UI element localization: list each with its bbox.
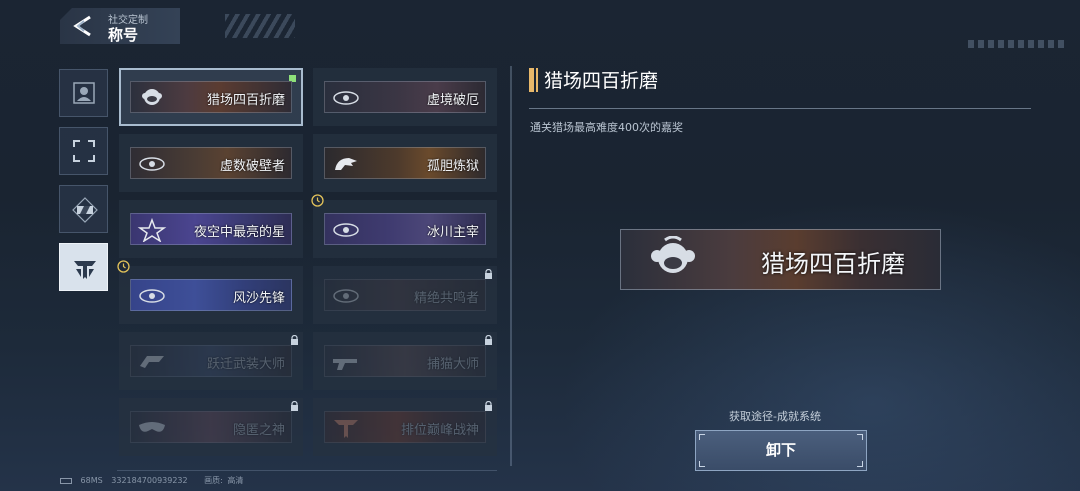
title-card-locked[interactable]: 捕猫大师: [313, 332, 497, 390]
tab-frame[interactable]: [59, 127, 108, 175]
unequip-label: 卸下: [765, 441, 796, 459]
lock-icon: [485, 401, 492, 411]
title-banner: 虚境破厄: [324, 81, 486, 113]
rank-emblem-icon: [334, 420, 358, 438]
title-label: 夜空中最亮的星: [193, 225, 285, 240]
title-card-locked[interactable]: 隐匿之神: [119, 398, 303, 456]
tab-portrait[interactable]: [59, 69, 108, 117]
title-card-locked[interactable]: 跃迁武装大师: [119, 332, 303, 390]
title-banner: 跃迁武装大师: [130, 345, 292, 377]
page-header: 社交定制 称号: [60, 8, 320, 44]
detail-description: 通关猎场最高难度400次的嘉奖: [530, 121, 683, 134]
lock-icon: [291, 335, 298, 345]
ping-value: 68MS: [80, 476, 103, 485]
monkey-emblem-icon: [142, 89, 162, 105]
title-card[interactable]: 夜空中最亮的星: [119, 200, 303, 258]
title-label: 跃迁武装大师: [206, 357, 285, 372]
tab-badge[interactable]: [59, 185, 108, 233]
detail-divider: [529, 108, 1031, 109]
title-card-locked[interactable]: 精绝共鸣者: [313, 266, 497, 324]
title-banner: 冰川主宰: [324, 213, 486, 245]
title-banner: 虚数破壁者: [130, 147, 292, 179]
title-card[interactable]: 孤胆炼狱: [313, 134, 497, 192]
tab-title[interactable]: [59, 243, 108, 291]
scrollbar[interactable]: [510, 66, 512, 466]
eye-emblem-icon: [333, 289, 359, 303]
title-banner: 隐匿之神: [130, 411, 292, 443]
title-banner: 精绝共鸣者: [324, 279, 486, 311]
clock-icon: [311, 194, 324, 207]
title-label: 虚境破厄: [426, 93, 479, 108]
star-emblem-icon: [137, 218, 167, 242]
back-arrow-icon[interactable]: [70, 15, 94, 37]
button-corner: [857, 434, 863, 440]
title-card-selected[interactable]: 猎场四百折磨: [119, 68, 303, 126]
title-banner: 夜空中最亮的星: [130, 213, 292, 245]
title-accent-bar: [529, 68, 534, 92]
portrait-icon: [73, 82, 95, 104]
title-card-timed[interactable]: 风沙先锋: [117, 260, 303, 324]
title-card[interactable]: 虚数破壁者: [119, 134, 303, 192]
title-label: 精绝共鸣者: [413, 291, 479, 306]
title-banner: 孤胆炼狱: [324, 147, 486, 179]
quality-value: 高清: [227, 476, 244, 485]
title-accent-bar-thin: [536, 68, 538, 92]
grid-divider: [117, 470, 497, 471]
title-label: 捕猫大师: [426, 357, 479, 372]
badge-icon: [72, 197, 98, 223]
uid-value: 332184700939232: [111, 476, 188, 485]
eye-emblem-icon: [333, 91, 359, 105]
title-emblem-icon: [74, 261, 96, 279]
title-card-locked[interactable]: 排位巅峰战神: [313, 398, 497, 456]
title-label: 隐匿之神: [232, 423, 285, 438]
eye-emblem-icon: [139, 289, 165, 303]
mask-emblem-icon: [139, 422, 165, 432]
frame-icon: [73, 140, 95, 162]
lock-icon: [485, 335, 492, 345]
lock-icon: [291, 401, 298, 411]
wing-emblem-icon: [140, 356, 164, 368]
title-label: 猎场四百折磨: [206, 93, 285, 108]
title-grid: 猎场四百折磨 虚境破厄 虚数破壁者 孤胆炼狱 夜空中最亮的星 冰川主宰 风沙先锋…: [117, 66, 497, 468]
dragon-emblem-icon: [335, 158, 357, 170]
preview-label: 猎场四百折磨: [761, 250, 905, 278]
title-banner: 排位巅峰战神: [324, 411, 486, 443]
title-label: 孤胆炼狱: [426, 159, 479, 174]
button-corner: [857, 461, 863, 467]
page-title: 称号: [108, 26, 139, 44]
eye-emblem-icon: [139, 157, 165, 171]
battery-icon: [60, 477, 72, 484]
unequip-button[interactable]: 卸下: [695, 430, 867, 471]
gun-emblem-icon: [333, 359, 357, 370]
button-corner: [699, 461, 705, 467]
title-label: 风沙先锋: [232, 291, 285, 306]
title-card[interactable]: 虚境破厄: [313, 68, 497, 126]
acquisition-source: 获取途径-成就系统: [729, 410, 821, 423]
title-card-timed[interactable]: 冰川主宰: [311, 194, 497, 258]
header-decoration: [225, 14, 295, 38]
quality-label: 画质:: [204, 476, 223, 485]
detail-title: 猎场四百折磨: [544, 70, 659, 92]
title-label: 虚数破壁者: [219, 159, 285, 174]
status-footer: 68MS 332184700939232 画质: 高清: [60, 475, 249, 486]
lock-icon: [485, 269, 492, 279]
title-label: 冰川主宰: [426, 225, 479, 240]
title-banner: 风沙先锋: [130, 279, 292, 311]
title-banner: 捕猫大师: [324, 345, 486, 377]
corner-decoration: [968, 40, 1068, 48]
button-corner: [699, 434, 705, 440]
title-banner: 猎场四百折磨: [130, 81, 292, 113]
clock-icon: [117, 260, 130, 273]
title-label: 排位巅峰战神: [400, 423, 479, 438]
monkey-emblem-icon: [651, 236, 695, 273]
eye-emblem-icon: [333, 223, 359, 237]
title-preview-banner: 猎场四百折磨: [620, 229, 941, 290]
